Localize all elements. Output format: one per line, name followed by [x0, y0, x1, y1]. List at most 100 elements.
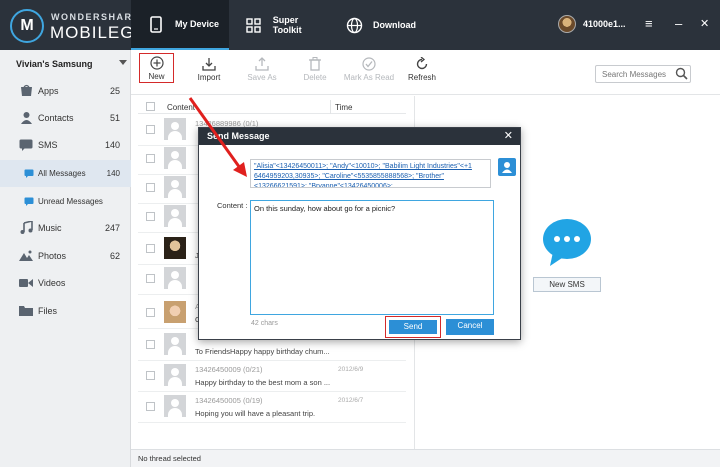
brand-wondershare: WONDERSHARE: [51, 12, 141, 22]
sidebar-item-music[interactable]: Music 247: [0, 214, 131, 241]
refresh-icon: [397, 55, 447, 73]
row-checkbox[interactable]: [146, 308, 155, 317]
folder-icon: [19, 304, 33, 318]
tab-my-device[interactable]: My Device: [131, 0, 229, 50]
content-label: Content :: [217, 201, 248, 210]
avatar: [164, 267, 186, 289]
add-contact-button[interactable]: [498, 158, 516, 176]
trash-icon: [290, 55, 340, 73]
row-checkbox[interactable]: [146, 183, 155, 192]
sidebar-item-count: 247: [104, 222, 120, 233]
sidebar-item-count: 140: [106, 169, 120, 178]
sidebar-item-files[interactable]: Files: [0, 297, 131, 324]
sidebar-item-contacts[interactable]: Contacts 51: [0, 104, 131, 131]
tab-super-toolkit-label: Super Toolkit: [272, 15, 302, 35]
table-row[interactable]: 13426450009 (0/21) Happy birthday to the…: [138, 361, 406, 392]
select-all-checkbox[interactable]: [146, 102, 155, 111]
chat-bubble-icon: [539, 218, 595, 266]
tab-download[interactable]: Download: [329, 0, 429, 50]
check-circle-icon: [341, 55, 397, 73]
row-snippet: To FriendsHappy happy birthday chum...: [195, 347, 330, 356]
avatar: [558, 15, 576, 33]
row-checkbox[interactable]: [146, 371, 155, 380]
save-as-button[interactable]: Save As: [237, 55, 287, 89]
sidebar-item-apps[interactable]: Apps 25: [0, 77, 131, 104]
avatar: [164, 176, 186, 198]
close-icon[interactable]: ✕: [504, 129, 513, 142]
device-name[interactable]: Vivian's Samsung: [16, 59, 93, 69]
row-snippet: Happy birthday to the best mom a son ...: [195, 378, 331, 387]
mark-as-read-button[interactable]: Mark As Read: [341, 55, 397, 89]
sidebar-item-photos[interactable]: Photos 62: [0, 242, 131, 269]
column-time[interactable]: Time: [335, 103, 352, 112]
sidebar-item-count: 51: [109, 112, 120, 123]
sidebar-item-sms[interactable]: SMS 140: [0, 131, 131, 158]
send-button[interactable]: Send: [385, 316, 441, 338]
row-checkbox[interactable]: [146, 212, 155, 221]
cancel-label: Cancel: [446, 319, 494, 335]
row-date: 2012/6/7: [338, 397, 364, 404]
row-number: 13426450009 (0/21): [195, 365, 263, 374]
message-icon: [24, 197, 34, 207]
sidebar-item-label: Files: [38, 305, 58, 316]
chevron-down-icon[interactable]: [119, 60, 127, 65]
table-row[interactable]: 13426450005 (0/19) Hoping you will have …: [138, 392, 406, 423]
menu-icon[interactable]: ≡: [645, 17, 653, 31]
sidebar-item-label: Contacts: [38, 112, 74, 123]
new-button[interactable]: New: [139, 53, 174, 83]
sidebar-item-videos[interactable]: Videos: [0, 269, 131, 296]
avatar: [164, 395, 186, 417]
recipients-field[interactable]: "Alisia"<13426450011>; "Andy"<10010>; "B…: [250, 159, 491, 188]
avatar: [164, 118, 186, 140]
column-divider: [330, 100, 331, 114]
refresh-label: Refresh: [407, 73, 436, 82]
row-checkbox[interactable]: [146, 125, 155, 134]
column-content[interactable]: Content: [167, 103, 195, 112]
sidebar-item-label: SMS: [38, 139, 58, 150]
user-name: 41000e1...: [583, 19, 626, 29]
row-number: 13426450005 (0/19): [195, 396, 263, 405]
avatar: [164, 364, 186, 386]
export-icon: [237, 55, 287, 73]
dialog-title: Send Message: [199, 128, 520, 145]
send-label: Send: [389, 320, 437, 334]
sidebar-item-unread-messages[interactable]: Unread Messages: [0, 188, 131, 215]
delete-button[interactable]: Delete: [290, 55, 340, 89]
row-checkbox[interactable]: [146, 402, 155, 411]
new-sms-button[interactable]: New SMS: [533, 277, 601, 292]
row-checkbox[interactable]: [146, 274, 155, 283]
tab-super-toolkit[interactable]: Super Toolkit: [229, 0, 329, 50]
music-icon: [19, 221, 33, 235]
refresh-button[interactable]: Refresh: [397, 55, 447, 89]
apps-icon: [19, 84, 33, 98]
import-icon: [184, 55, 234, 73]
videos-icon: [19, 276, 33, 290]
row-checkbox[interactable]: [146, 154, 155, 163]
sidebar-item-all-messages[interactable]: All Messages 140: [0, 160, 131, 187]
message-icon: [24, 169, 34, 179]
user-account[interactable]: 41000e1...: [558, 15, 626, 33]
photos-icon: [19, 249, 33, 263]
minimize-icon[interactable]: –: [675, 17, 682, 31]
import-button[interactable]: Import: [184, 55, 234, 89]
close-icon[interactable]: ✕: [700, 17, 709, 31]
char-count: 42 chars: [251, 320, 278, 327]
new-label: New: [148, 72, 165, 81]
send-message-dialog: Send Message ✕ "Alisia"<13426450011>; "A…: [198, 127, 521, 340]
mark-as-read-label: Mark As Read: [343, 73, 395, 82]
row-checkbox[interactable]: [146, 244, 155, 253]
avatar: [164, 237, 186, 259]
avatar: [164, 333, 186, 355]
save-as-label: Save As: [247, 73, 277, 82]
sms-icon: [19, 138, 33, 152]
sidebar-item-count: 62: [109, 250, 120, 261]
cancel-button[interactable]: Cancel: [446, 319, 494, 335]
sidebar-item-count: 140: [104, 139, 120, 150]
search-icon[interactable]: [675, 67, 689, 81]
row-checkbox[interactable]: [146, 340, 155, 349]
avatar: [164, 147, 186, 169]
top-bar: M WONDERSHARE MOBILEGO My Device Super T…: [0, 0, 720, 50]
message-content-input[interactable]: On this sunday, how about go for a picni…: [250, 200, 494, 315]
import-label: Import: [197, 73, 221, 82]
row-date: 2012/6/9: [338, 366, 364, 373]
